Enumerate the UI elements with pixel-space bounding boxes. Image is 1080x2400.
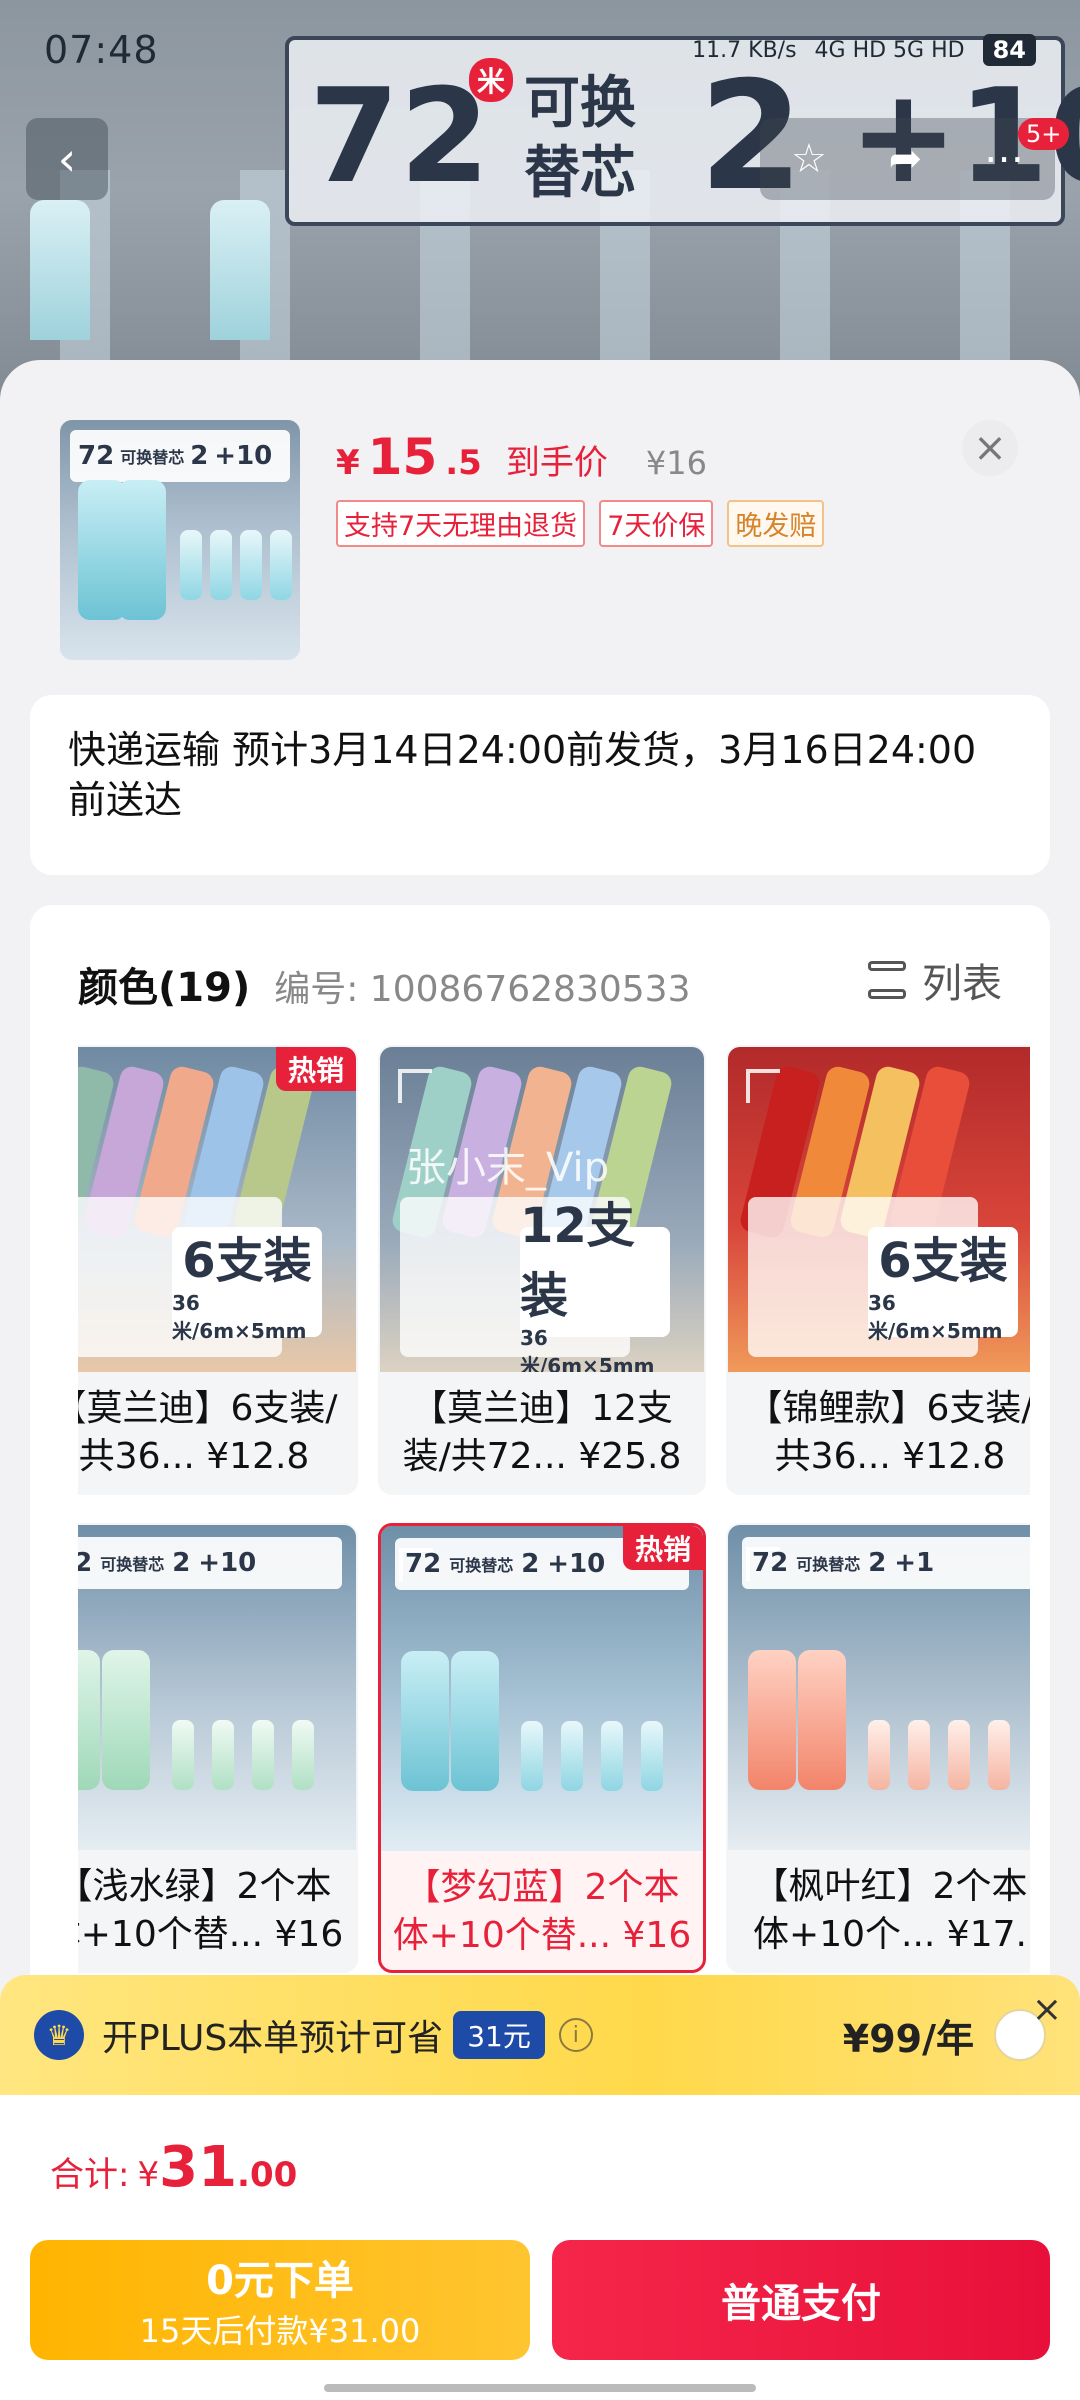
action-bar: 0元下单 15天后付款¥31.00 普通支付 [0, 2230, 1080, 2400]
list-icon [868, 961, 906, 999]
hero-text2: 替芯 [524, 141, 636, 206]
pen-shape [118, 480, 166, 620]
expand-icon[interactable] [746, 1069, 780, 1103]
service-tags: 支持7天无理由退货 7天价保 晚发赔 [336, 500, 825, 547]
more-icon[interactable]: ⋯ [984, 136, 1024, 182]
thumb-label: 72 可换替芯 2 +10 [70, 430, 290, 482]
plus-membership-banner[interactable]: ♛ 开PLUS本单预计可省 31元 i ¥99/年 × [0, 1975, 1080, 2095]
color-option[interactable]: 72可换替芯2+10 【浅水绿】2个本体+10个替... ¥16 [78, 1523, 358, 1973]
option-caption: 【梦幻蓝】2个本体+10个替... ¥16 [392, 1867, 692, 1956]
option-caption: 【锦鲤款】6支装/共36... ¥12.8 [746, 1388, 1030, 1477]
expand-icon[interactable] [399, 1548, 433, 1582]
close-sheet-button[interactable]: × [962, 420, 1018, 476]
star-icon[interactable]: ☆ [791, 136, 827, 182]
product-thumbnail[interactable]: 72 可换替芯 2 +10 [60, 420, 300, 660]
color-header: 颜色(19) 编号: 10086762830533 [78, 955, 690, 1013]
total-label: 合计: [50, 2155, 130, 2195]
total-decimal: .00 [237, 2155, 298, 2195]
thumb-2: 2 [190, 441, 209, 471]
chevron-left-icon: ‹ [57, 132, 77, 186]
color-grid: 6支装 36米/6m×5mm 热销 【莫兰迪】6支装/共36... ¥12.8 … [78, 1045, 1030, 1985]
tag-late-compensation: 晚发赔 [727, 500, 825, 547]
pack-badge: 6支装 36米/6m×5mm [172, 1227, 322, 1343]
expand-icon[interactable] [746, 1547, 780, 1581]
color-selector: 颜色(19) 编号: 10086762830533 列表 6支装 36米/6m×… [30, 905, 1050, 2005]
plus-save-amount: 31元 [453, 2011, 545, 2059]
option-caption: 【浅水绿】2个本体+10个替... ¥16 [78, 1866, 344, 1955]
share-icon[interactable]: ➦ [889, 136, 923, 182]
option-label: 72 可换替芯 2 +1 [742, 1537, 1030, 1589]
top-action-group: ☆ ➦ ⋯ [760, 118, 1055, 200]
color-option[interactable]: 6支装 36米/6m×5mm 【锦鲤款】6支装/共36... ¥12.8 [726, 1045, 1030, 1495]
hero-pen [210, 200, 270, 340]
zero-order-label: 0元下单 [206, 2258, 354, 2304]
thumb-72: 72 [78, 441, 115, 471]
option-label: 72可换替芯2+10 [78, 1537, 342, 1589]
color-option[interactable]: 72 可换替芯 2 +1 【枫叶红】2个本体+10个... ¥17. [726, 1523, 1030, 1973]
refill-shape [240, 530, 262, 600]
option-image: 72 可换替芯 2 +1 [728, 1525, 1030, 1850]
option-image: 6支装 36米/6m×5mm [728, 1047, 1030, 1372]
expand-icon[interactable] [398, 1069, 432, 1103]
option-image: 72可换替芯2+10 [381, 1526, 703, 1851]
color-option[interactable]: 12支装 36米/6m×5mm 张小末_Vip 【莫兰迪】12支装/共72...… [378, 1045, 706, 1495]
shipping-text: 快递运输 预计3月14日24:00前发货，3月16日24:00前送达 [68, 728, 977, 822]
option-caption: 【枫叶红】2个本体+10个... ¥17. [752, 1866, 1028, 1955]
total-bar: 合计: ¥ 31 .00 [0, 2095, 1080, 2230]
total-integer: 31 [159, 2135, 238, 2200]
status-time: 07:48 [44, 28, 159, 72]
close-icon[interactable]: × [1032, 1989, 1062, 2030]
price-label: 到手价 [505, 443, 608, 483]
back-button[interactable]: ‹ [26, 118, 108, 200]
price-decimal: .5 [445, 443, 482, 483]
price-integer: 15 [367, 428, 438, 486]
price-symbol: ¥ [336, 443, 360, 483]
message-badge: 5+ [1018, 118, 1070, 150]
refill-shape [210, 530, 232, 600]
original-price: ¥16 [645, 444, 707, 482]
sku-number: 编号: 10086762830533 [274, 969, 691, 1010]
zero-order-button[interactable]: 0元下单 15天后付款¥31.00 [30, 2240, 530, 2360]
pack-badge: 12支装 36米/6m×5mm [520, 1198, 670, 1372]
shipping-info: 快递运输 预计3月14日24:00前发货，3月16日24:00前送达 [30, 695, 1050, 875]
hot-badge: 热销 [622, 1526, 703, 1570]
option-caption: 【莫兰迪】6支装/共36... ¥12.8 [78, 1388, 338, 1477]
tag-price-protect: 7天价保 [599, 500, 714, 547]
thumb-text: 可换替芯 [120, 448, 185, 467]
refill-shape [180, 530, 202, 600]
plus-price: ¥99/年 [842, 2016, 974, 2061]
color-option-selected[interactable]: 72 可换替芯 2 +10 热销 【梦幻蓝】2个本体+10个替... ¥16 [378, 1523, 706, 1973]
close-icon: × [973, 425, 1007, 471]
home-indicator[interactable] [324, 2384, 756, 2392]
network-speed: 11.7 KB/s [692, 37, 797, 63]
hero-pen [30, 200, 90, 340]
thumb-plus: +10 [214, 441, 273, 471]
option-image: 6支装 36米/6m×5mm [78, 1047, 356, 1372]
list-view-toggle[interactable]: 列表 [868, 951, 1002, 1009]
plus-text: 开PLUS本单预计可省 [102, 2018, 444, 2059]
option-image: 12支装 36米/6m×5mm 张小末_Vip [380, 1047, 704, 1372]
hot-badge: 热销 [275, 1047, 356, 1091]
price-row: ¥ 15 .5 到手价 ¥16 [336, 428, 707, 486]
watermark-text: 张小末_Vip [406, 1145, 609, 1191]
tag-return: 支持7天无理由退货 [336, 500, 586, 547]
list-label: 列表 [922, 961, 1002, 1007]
refill-shape [270, 530, 292, 600]
normal-pay-button[interactable]: 普通支付 [552, 2240, 1050, 2360]
color-title: 颜色(19) [78, 965, 251, 1011]
pack-badge: 6支装 36米/6m×5mm [868, 1227, 1018, 1343]
color-option[interactable]: 6支装 36米/6m×5mm 热销 【莫兰迪】6支装/共36... ¥12.8 [78, 1045, 358, 1495]
option-image: 72可换替芯2+10 [78, 1525, 356, 1850]
signal-label: 4G HD 5G HD [814, 37, 965, 63]
status-bar: 07:48 11.7 KB/s 4G HD 5G HD 84 [0, 0, 1080, 100]
battery-indicator: 84 [982, 34, 1036, 66]
crown-icon: ♛ [34, 2010, 84, 2060]
option-caption: 【莫兰迪】12支装/共72... ¥25.8 [402, 1388, 682, 1477]
total-symbol: ¥ [137, 2155, 160, 2195]
zero-order-sub: 15天后付款¥31.00 [139, 2312, 421, 2350]
info-icon[interactable]: i [558, 2018, 593, 2052]
